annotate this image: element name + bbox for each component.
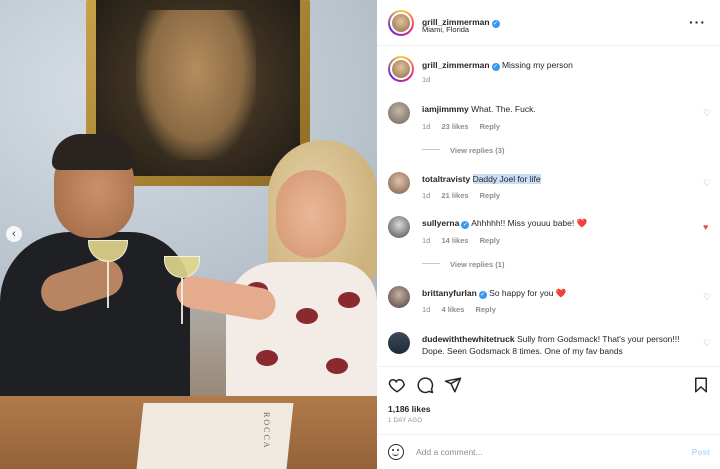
heart-icon[interactable] [388,376,406,394]
commenter-avatar[interactable] [388,216,410,238]
verified-icon: ✓ [461,221,470,229]
view-replies-button[interactable]: View replies (1) [422,260,504,269]
post-timestamp: 1 DAY AGO [388,418,423,424]
reply-button[interactable]: Reply [480,236,500,245]
comment-age: 1d [422,191,431,200]
likes-count[interactable]: 1,186 likes [388,404,431,414]
comment-meta: 1d 4 likes Reply [422,305,505,314]
commenter-username[interactable]: iamjimmmy [422,104,469,114]
emoji-icon[interactable] [388,444,404,460]
comment-likes[interactable]: 21 likes [441,191,468,200]
author-avatar[interactable] [388,56,414,82]
verified-icon: ✓ [478,291,487,299]
comment-text: What. The. Fuck. [471,104,536,114]
comment-age: 1d [422,305,431,314]
heart-filled-icon: ♥ [703,222,709,232]
post-photo[interactable]: ROCCA ‹ [0,0,377,469]
commenter-avatar[interactable] [388,172,410,194]
author-avatar[interactable] [388,10,414,36]
post-location[interactable]: Miami, Florida [422,25,469,34]
comment-text: So happy for you ❤️ [489,288,567,298]
heart-icon: ♡ [703,178,712,188]
add-comment-bar: Post [378,434,720,469]
comment-input[interactable] [416,444,666,460]
verified-icon: ✓ [491,20,500,28]
heart-icon: ♡ [703,108,712,118]
heart-icon: ♡ [703,292,712,302]
comment-like-button[interactable]: ♡ [703,293,712,302]
caption-text: Missing my person [501,60,573,70]
commenter-avatar[interactable] [388,332,410,354]
comment-text: Ahhhhh!! Miss youuu babe! ❤️ [471,218,588,228]
caption-age: 1d [422,75,431,84]
reply-button[interactable]: Reply [480,122,500,131]
comment-meta: 1d 14 likes Reply [422,236,509,245]
comment-likes[interactable]: 14 likes [441,236,468,245]
comment-icon[interactable] [416,376,434,394]
bookmark-icon[interactable] [692,376,710,394]
heart-icon: ♡ [703,338,712,348]
caption-meta: 1d [422,75,439,84]
comment-likes[interactable]: 4 likes [441,305,464,314]
view-replies-button[interactable]: View replies (3) [422,146,504,155]
commenter-username[interactable]: dudewiththewhitetruck [422,334,515,344]
post-header: grill_zimmerman ✓ Miami, Florida ··· [378,0,720,46]
comment-item: dudewiththewhitetruck Sully from Godsmac… [378,330,720,364]
more-options-icon: ··· [689,14,706,30]
comment-like-button[interactable]: ♡ [703,109,712,118]
commenter-avatar[interactable] [388,286,410,308]
share-icon[interactable] [444,376,462,394]
carousel-prev-button[interactable]: ‹ [6,226,22,242]
commenter-username[interactable]: brittanyfurlan [422,288,477,298]
comment-text: Daddy Joel for life [472,174,541,184]
commenter-username[interactable]: totaltravisty [422,174,470,184]
comment-like-button[interactable]: ♥ [703,223,712,232]
commenter-avatar[interactable] [388,102,410,124]
chevron-left-icon: ‹ [12,228,16,240]
comment-meta: 1d 23 likes Reply [422,122,509,131]
more-options-button[interactable]: ··· [689,14,706,30]
verified-icon: ✓ [491,63,500,71]
menu-text: ROCCA [262,412,271,450]
post-action-bar [378,366,720,402]
comment-like-button[interactable]: ♡ [703,179,712,188]
caption-username[interactable]: grill_zimmerman [422,60,490,70]
reply-button[interactable]: Reply [475,305,495,314]
post-side-panel: grill_zimmerman ✓ Miami, Florida ··· gril… [378,0,720,469]
comment-age: 1d [422,122,431,131]
post-comment-button[interactable]: Post [692,447,710,457]
comment-age: 1d [422,236,431,245]
comment-likes[interactable]: 23 likes [441,122,468,131]
comment-meta: 1d 21 likes Reply [422,191,509,200]
comment-like-button[interactable]: ♡ [703,339,712,348]
commenter-username[interactable]: sullyerna [422,218,459,228]
reply-button[interactable]: Reply [480,191,500,200]
